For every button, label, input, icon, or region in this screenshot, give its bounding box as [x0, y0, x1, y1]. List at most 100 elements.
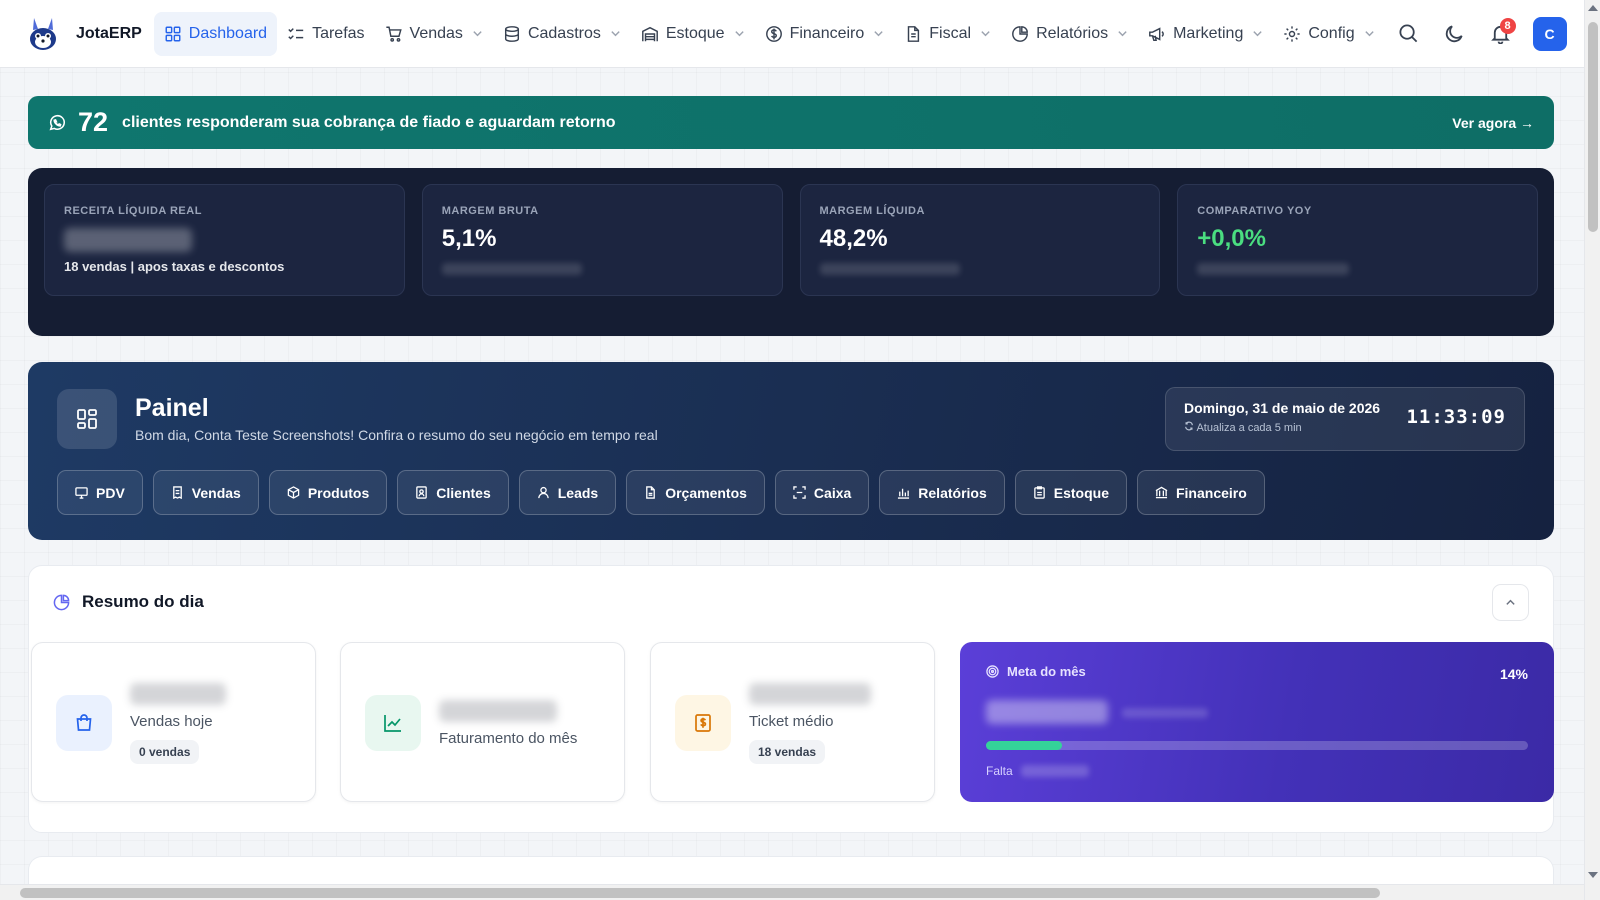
- goal-value-hidden: [986, 700, 1108, 724]
- kpi-value: +0,0%: [1197, 225, 1266, 252]
- kpi-card-yoy: COMPARATIVO YOY +0,0%: [1177, 184, 1538, 296]
- nav-vendas[interactable]: Vendas: [375, 12, 493, 56]
- user-icon: [537, 486, 549, 499]
- quick-link-caixa[interactable]: Caixa: [774, 470, 870, 515]
- kpi-card-margem-liquida: MARGEM LÍQUIDA 48,2%: [799, 184, 1161, 296]
- horizontal-scroll-thumb[interactable]: [20, 888, 1380, 898]
- nav-financeiro-label: Financeiro: [789, 24, 865, 42]
- kpi-label: COMPARATIVO YOY: [1197, 205, 1312, 217]
- banner-see-now-link[interactable]: Ver agora →: [1452, 115, 1534, 131]
- chevron-down-icon: [1364, 31, 1374, 37]
- stat-value-hidden: [749, 683, 871, 705]
- kpi-value: 48,2%: [819, 225, 888, 252]
- banner-message: clientes responderam sua cobrança de fia…: [122, 113, 616, 131]
- scroll-down-arrow[interactable]: [1588, 872, 1598, 878]
- chevron-down-icon: [611, 31, 620, 37]
- scroll-up-arrow[interactable]: [1588, 5, 1598, 11]
- pie-chart-icon: [1012, 25, 1028, 42]
- contacts-icon: [416, 486, 428, 499]
- stat-label: Ticket médio: [749, 713, 834, 730]
- nav-financeiro[interactable]: Financeiro: [755, 12, 895, 56]
- quick-link-label: Relatórios: [918, 484, 987, 501]
- banner-count: 72: [78, 107, 109, 137]
- stat-card-ticket-medio[interactable]: Ticket médio 18 vendas: [650, 642, 935, 802]
- quick-link-clientes[interactable]: Clientes: [397, 470, 509, 515]
- horizontal-scrollbar[interactable]: [0, 884, 1584, 900]
- refresh-icon: [1185, 421, 1193, 431]
- page-title: Painel: [135, 394, 209, 422]
- goal-progress-bar: [986, 741, 1528, 750]
- kpi-label: MARGEM LÍQUIDA: [819, 205, 925, 217]
- monthly-goal-card[interactable]: Meta do mês 14% Falta: [960, 642, 1554, 802]
- bank-icon: [1155, 486, 1168, 499]
- kpi-label: RECEITA LÍQUIDA REAL: [64, 205, 202, 217]
- nav-dashboard[interactable]: Dashboard: [153, 11, 278, 56]
- stat-value-hidden: [439, 700, 557, 722]
- gear-icon: [1284, 25, 1300, 42]
- quick-link-produtos[interactable]: Produtos: [268, 470, 388, 515]
- theme-toggle-button[interactable]: [1435, 14, 1475, 54]
- vertical-scrollbar[interactable]: [1584, 0, 1600, 900]
- nav-relatorios[interactable]: Relatórios: [1001, 12, 1138, 56]
- quick-link-estoque[interactable]: Estoque: [1014, 470, 1127, 515]
- collapse-button[interactable]: [1492, 584, 1529, 621]
- nav-vendas-label: Vendas: [409, 24, 463, 42]
- vertical-scroll-thumb[interactable]: [1588, 22, 1598, 232]
- nav-estoque[interactable]: Estoque: [631, 12, 755, 56]
- nav-marketing[interactable]: Marketing: [1138, 12, 1273, 56]
- summary-header: Resumo do dia: [53, 592, 204, 612]
- nav-estoque-label: Estoque: [665, 24, 725, 42]
- quick-link-financeiro[interactable]: Financeiro: [1136, 470, 1265, 515]
- whatsapp-alert-banner[interactable]: 72 clientes responderam sua cobrança de …: [28, 96, 1554, 149]
- quick-link-label: Leads: [557, 484, 599, 501]
- chevron-down-icon: [874, 31, 883, 37]
- stat-card-faturamento[interactable]: Faturamento do mês: [340, 642, 625, 802]
- box-icon: [287, 486, 300, 499]
- notification-count-badge: 8: [1499, 17, 1516, 34]
- quick-link-pdv[interactable]: PDV: [57, 470, 143, 515]
- notifications-button[interactable]: 8: [1481, 14, 1521, 54]
- pie-chart-icon: [53, 594, 70, 610]
- quick-link-orcamentos[interactable]: Orçamentos: [626, 470, 765, 515]
- quick-link-label: Financeiro: [1175, 484, 1247, 501]
- chevron-up-icon: [1506, 599, 1515, 605]
- goal-header: Meta do mês: [986, 664, 1528, 679]
- warehouse-icon: [641, 26, 658, 41]
- logo-icon[interactable]: [24, 15, 62, 53]
- search-button[interactable]: [1389, 14, 1429, 54]
- quick-link-vendas[interactable]: Vendas: [152, 470, 259, 515]
- kpi-card-margem-bruta: MARGEM BRUTA 5,1%: [421, 184, 783, 296]
- goal-progress-fill: [986, 741, 1062, 750]
- quick-link-relatorios[interactable]: Relatórios: [879, 470, 1005, 515]
- file-icon: [646, 486, 656, 499]
- nav-cadastros[interactable]: Cadastros: [493, 12, 631, 56]
- stat-card-vendas-hoje[interactable]: Vendas hoje 0 vendas: [31, 642, 316, 802]
- checklist-icon: [288, 27, 304, 40]
- nav-config[interactable]: Config: [1273, 12, 1384, 56]
- goal-percent: 14%: [1499, 666, 1528, 682]
- dollar-circle-icon: [765, 25, 782, 42]
- stat-pill: 18 vendas: [749, 740, 826, 764]
- whatsapp-icon: [49, 114, 65, 130]
- quick-link-label: PDV: [96, 484, 125, 501]
- search-icon: [1399, 24, 1418, 43]
- nav-fiscal[interactable]: Fiscal: [894, 12, 1001, 56]
- chevron-down-icon: [981, 31, 990, 37]
- nav-tarefas-label: Tarefas: [312, 24, 365, 42]
- moon-icon: [1445, 25, 1463, 43]
- quick-link-label: Vendas: [191, 484, 241, 501]
- receipt-icon: [172, 486, 182, 499]
- nav-tarefas[interactable]: Tarefas: [277, 12, 374, 56]
- quick-link-leads[interactable]: Leads: [518, 470, 617, 515]
- scan-icon: [793, 486, 806, 499]
- shopping-bag-icon: [56, 695, 112, 751]
- quick-link-label: Produtos: [307, 484, 370, 501]
- refresh-hint-text: Atualiza a cada 5 min: [1196, 422, 1302, 434]
- goal-title: Meta do mês: [1007, 664, 1086, 679]
- user-avatar[interactable]: C: [1532, 16, 1567, 51]
- document-icon: [908, 25, 920, 42]
- grid-icon: [165, 26, 181, 41]
- goal-remaining-hidden: [1020, 765, 1089, 777]
- dashboard-grid-icon: [57, 389, 117, 449]
- quick-links: PDV Vendas Produtos Clientes Leads Orçam…: [57, 470, 1265, 515]
